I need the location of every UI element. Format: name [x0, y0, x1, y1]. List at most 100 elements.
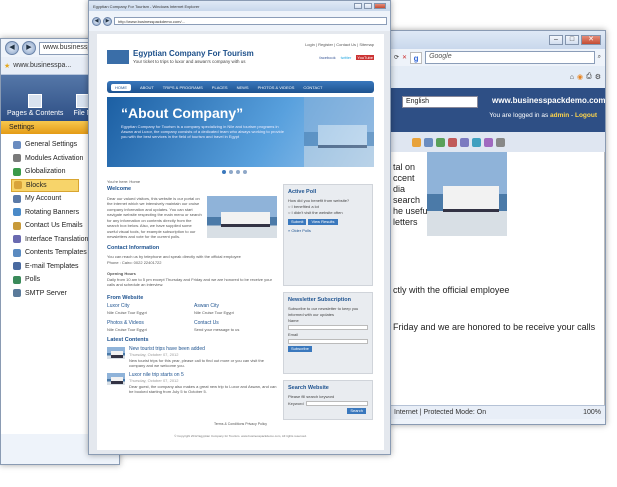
favorites-star-icon[interactable]: ★ — [4, 62, 10, 70]
main-menu-item[interactable]: NEWS — [237, 85, 249, 90]
forward-button[interactable]: ▶ — [103, 16, 112, 26]
settings-icon[interactable] — [460, 137, 469, 147]
website-link-item[interactable]: Aswan City Nile Cruise Tour Egypt — [194, 303, 277, 315]
forward-button[interactable]: ▶ — [22, 41, 36, 55]
menu-item-icon — [13, 140, 21, 149]
main-menu-item[interactable]: PHOTOS & VIDEOS — [258, 85, 295, 90]
stop-icon[interactable]: ✕ — [402, 54, 407, 61]
slider-dot[interactable] — [229, 170, 233, 174]
slider-dot[interactable] — [243, 170, 247, 174]
latest-thumbnail[interactable] — [107, 346, 125, 359]
main-menu-item[interactable]: CONTACT — [303, 85, 322, 90]
site-url[interactable]: www.businesspackdemo.com — [492, 96, 606, 105]
latest-item[interactable]: Luxor nile trip starts on 5 Thursday, Oct… — [107, 372, 277, 395]
banner-image — [304, 97, 374, 167]
slider-dot[interactable] — [222, 170, 226, 174]
right-browser-window: – □ ✕ ⟳ ✕ g Google ⌕ ⌂ ◉ ⎙ ⚙ English www.busi… — [389, 30, 606, 425]
top-links[interactable]: Login | Register | Contact Us | Sitemap — [305, 42, 374, 47]
twitter-link[interactable]: twitter — [341, 55, 352, 60]
menu-item-label: Blocks — [26, 181, 47, 189]
add-icon[interactable] — [436, 137, 445, 147]
youtube-link[interactable]: YouTube — [356, 55, 374, 60]
slider-dot[interactable] — [236, 170, 240, 174]
keyword-label: Keyword — [288, 401, 304, 406]
close-button[interactable]: ✕ — [581, 35, 601, 45]
right-titlebar: – □ ✕ — [390, 31, 605, 49]
website-link-note: Nile Cruise Tour Egypt — [107, 309, 147, 315]
main-menu-item[interactable]: HOME — [111, 83, 131, 91]
latest-text: New tourist trips for this year, please … — [129, 357, 264, 369]
name-label: Name — [288, 318, 299, 323]
main-menu-item[interactable]: ABOUT — [140, 85, 154, 90]
facebook-link[interactable]: facebook — [319, 55, 335, 60]
home-icon[interactable]: ⌂ — [570, 74, 574, 81]
cruise-ship-image — [427, 152, 507, 236]
keyword-input[interactable] — [305, 401, 368, 406]
main-menu-item[interactable]: PLACES — [212, 85, 228, 90]
minimize-button[interactable] — [354, 3, 362, 9]
info-icon[interactable] — [496, 137, 505, 147]
menu-item-label: Globalization — [25, 168, 66, 176]
center-nav-bar: ◀ ▶ http://www.businesspackdemo.com/... — [89, 11, 390, 31]
tools-icon[interactable]: ⚙ — [595, 73, 601, 81]
latest-item[interactable]: New tourist trips have been added Thursda… — [107, 346, 277, 369]
older-polls-link[interactable]: » Older Polls — [288, 228, 368, 234]
delete-icon[interactable] — [448, 137, 457, 147]
newsletter-box: Newsletter Subscription Subscribe to our… — [283, 292, 373, 374]
back-button[interactable]: ◀ — [5, 41, 19, 55]
main-menu-item[interactable]: TRIPS & PROGRAMS — [163, 85, 203, 90]
tab-address[interactable]: www.businesspa... — [13, 62, 71, 69]
help-icon[interactable] — [484, 137, 493, 147]
vote-button[interactable]: Submit — [288, 219, 307, 225]
settings-menu-item[interactable]: Blocks — [11, 178, 79, 192]
site-title[interactable]: Egyptian Company For Tourism — [133, 49, 254, 58]
logout-link[interactable]: Logout — [575, 112, 597, 119]
maximize-button[interactable] — [364, 3, 372, 9]
search-input[interactable]: Google — [425, 51, 595, 64]
feeds-icon[interactable]: ◉ — [577, 73, 583, 81]
latest-thumbnail[interactable] — [107, 372, 125, 385]
address-bar[interactable]: http://www.businesspackdemo.com/... — [114, 17, 387, 25]
save-icon[interactable] — [424, 137, 433, 147]
breadcrumb: You're here: Home — [107, 179, 141, 184]
footer-links[interactable]: Terms & Conditions Privacy Policy — [97, 422, 384, 426]
close-button[interactable] — [374, 3, 386, 9]
banner-text: Egyptian Company for Tourism is a compan… — [121, 124, 284, 139]
poll-option[interactable]: ○ I didn't visit the website often — [288, 210, 368, 216]
opening-text: Daily from 10 am to 5 pm except Thursday… — [107, 276, 272, 288]
name-input[interactable] — [288, 325, 368, 330]
main-column: Welcome Dear our valued visitors, this w… — [107, 186, 277, 399]
search-icon[interactable]: ⌕ — [598, 54, 601, 61]
window-title: Egyptian Company For Tourism - Windows I… — [93, 3, 200, 9]
view-results-button[interactable]: View Results — [308, 219, 338, 225]
maximize-button[interactable]: □ — [565, 35, 579, 45]
minimize-button[interactable]: – — [549, 35, 563, 45]
website-link-note: Nile Cruise Tour Egypt — [194, 309, 234, 315]
refresh-icon[interactable]: ⟳ — [394, 54, 399, 61]
menu-item-icon — [13, 275, 21, 284]
email-input[interactable] — [288, 339, 368, 344]
zoom-level[interactable]: 100% — [583, 409, 601, 416]
menu-item-icon — [13, 262, 21, 271]
language-select[interactable]: English — [402, 96, 478, 108]
pages-contents-button[interactable]: Pages & Contents — [7, 94, 63, 117]
newsletter-text: Subscribe to our newsletter to keep you … — [288, 306, 359, 317]
website-link-item[interactable]: Contact Us Send your message to us — [194, 320, 277, 332]
subscribe-button[interactable]: Subscribe — [288, 346, 312, 352]
text-fragment: ccent — [393, 173, 415, 183]
back-button[interactable]: ◀ — [92, 16, 101, 26]
contact-line: ctly with the official employee — [393, 285, 510, 295]
copyright: © Copyright 2012 Egyptian Company for To… — [174, 434, 307, 438]
website-link-item[interactable]: Luxor City Nile Cruise Tour Egypt — [107, 303, 190, 315]
edit-icon[interactable] — [412, 137, 421, 147]
menu-item-label: Rotating Banners — [25, 208, 80, 216]
pages-icon — [28, 94, 43, 108]
menu-item-icon — [13, 235, 21, 244]
user-name[interactable]: admin — [550, 112, 569, 119]
print-icon[interactable]: ⎙ — [586, 73, 592, 81]
website-link-item[interactable]: Photos & Videos Nile Cruise Tour Egypt — [107, 320, 190, 332]
refresh-content-icon[interactable] — [472, 137, 481, 147]
menu-item-label: Contents Templates — [25, 249, 87, 257]
company-logo[interactable] — [107, 50, 129, 64]
search-button[interactable]: Search — [347, 408, 366, 414]
